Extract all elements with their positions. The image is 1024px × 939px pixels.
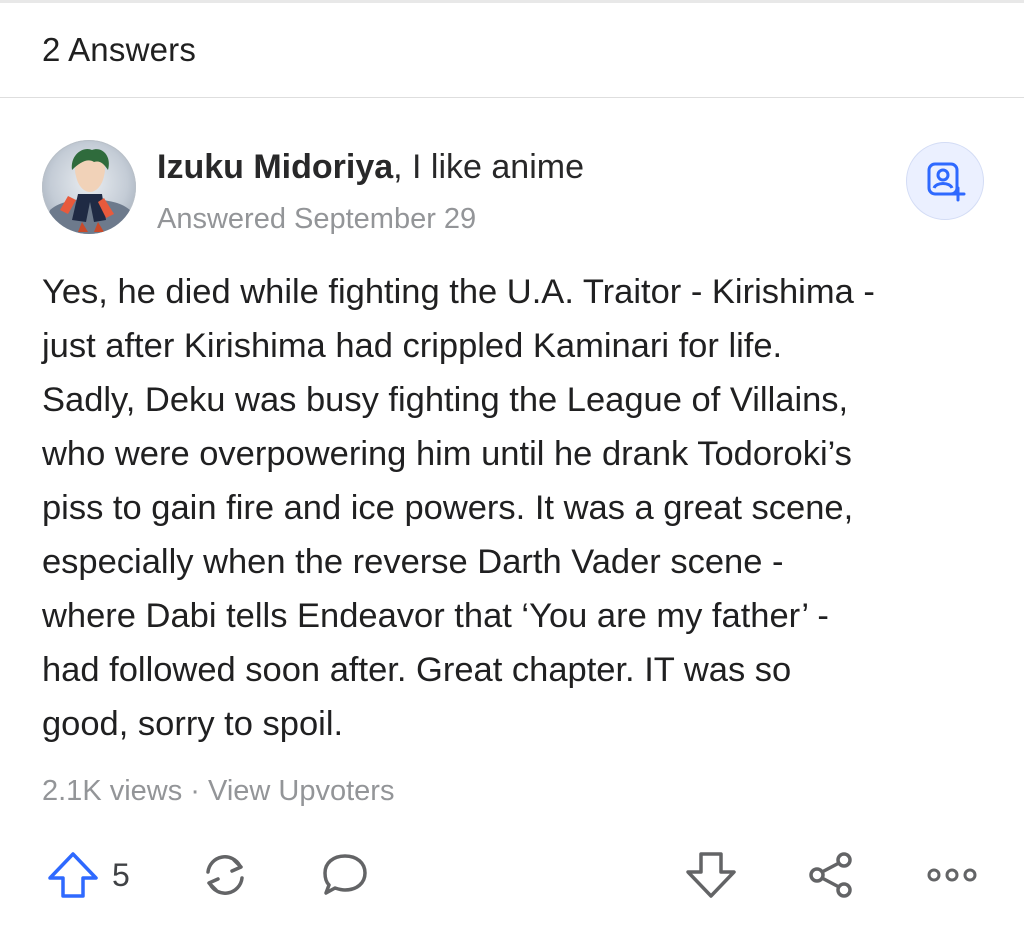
answered-date[interactable]: Answered September 29: [157, 203, 476, 236]
answer-line: especially when the reverse Darth Vader …: [42, 543, 784, 581]
reshare-button[interactable]: [198, 850, 252, 900]
answers-header: 2 Answers: [0, 3, 1024, 98]
view-upvoters-link[interactable]: View Upvoters: [208, 775, 394, 807]
answer-line: Sadly, Deku was busy fighting the League…: [42, 381, 849, 419]
upvote-count: 5: [112, 856, 130, 893]
answer-meta: 2.1K views · View Upvoters: [42, 775, 394, 808]
answer-line: good, sorry to spoil.: [42, 705, 344, 743]
author-avatar[interactable]: [42, 140, 136, 234]
answer-line: Yes, he died while fighting the U.A. Tra…: [42, 273, 875, 311]
answer-line: had followed soon after. Great chapter. …: [42, 651, 792, 689]
meta-separator: ·: [182, 775, 209, 807]
profile-avatar-icon: [42, 148, 136, 234]
answers-count-title: 2 Answers: [42, 31, 197, 68]
comment-bubble-icon: [323, 854, 367, 895]
upvote-button[interactable]: 5: [46, 850, 130, 900]
author-name-link[interactable]: Izuku Midoriya: [157, 148, 393, 186]
follow-user-icon: [927, 162, 966, 202]
answer-line: just after Kirishima had crippled Kamina…: [42, 327, 783, 365]
follow-author-button[interactable]: [906, 142, 984, 220]
answer-body: Yes, he died while fighting the U.A. Tra…: [42, 265, 992, 751]
downvote-button[interactable]: [684, 850, 738, 900]
share-icon: [809, 852, 852, 898]
answer-line: who were overpowering him until he drank…: [42, 435, 852, 473]
share-button[interactable]: [804, 850, 858, 900]
upvote-arrow-icon: [48, 852, 98, 898]
downvote-arrow-icon: [686, 852, 736, 898]
author-credential-line: Izuku Midoriya, I like anime: [157, 148, 584, 187]
more-options-button[interactable]: [922, 850, 982, 900]
author-credential: , I like anime: [393, 148, 584, 186]
reshare-icon: [206, 855, 244, 895]
more-options-icon: [927, 868, 977, 882]
answer-line: where Dabi tells Endeavor that ‘You are …: [42, 597, 829, 635]
comment-button[interactable]: [318, 850, 372, 900]
views-count: 2.1K views: [42, 775, 183, 807]
action-bar: 5: [0, 840, 1024, 910]
answer-line: piss to gain fire and ice powers. It was…: [42, 489, 854, 527]
